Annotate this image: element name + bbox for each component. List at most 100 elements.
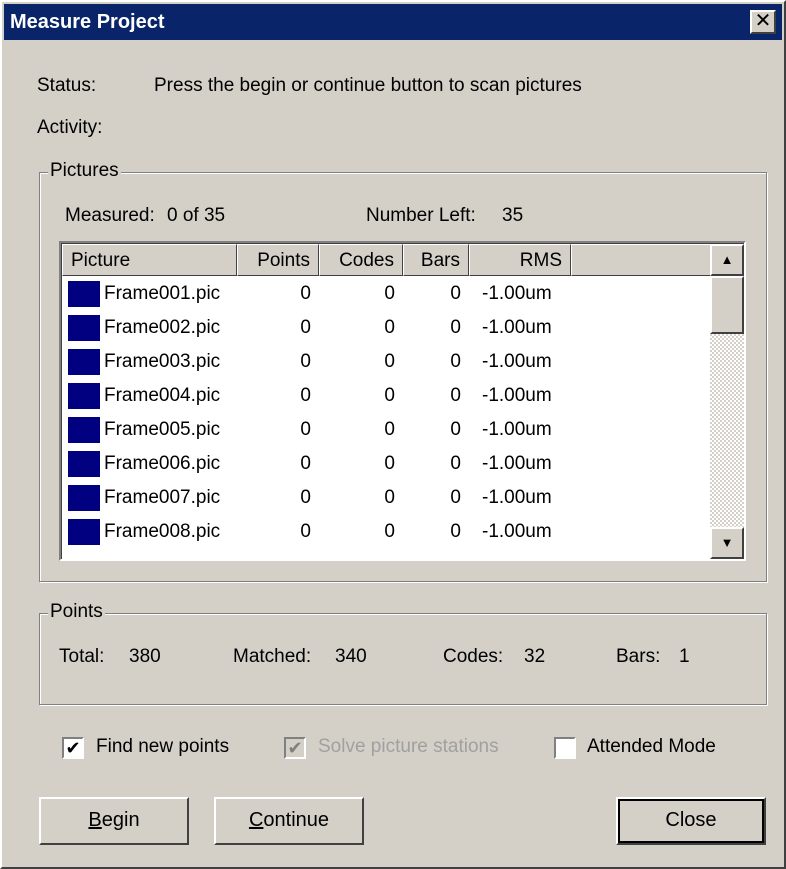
- column-header-points[interactable]: Points: [237, 244, 319, 276]
- picture-thumbnail-icon: [68, 281, 100, 307]
- pictures-list[interactable]: Picture Points Codes Bars RMS Frame001.p…: [59, 241, 746, 561]
- picture-thumbnail-icon: [68, 383, 100, 409]
- picture-codes: 0: [384, 317, 395, 338]
- column-header-picture[interactable]: Picture: [62, 244, 237, 276]
- measure-project-dialog: Measure Project ✕ Status: Press the begi…: [0, 0, 786, 869]
- solve-picture-stations-checkbox[interactable]: ✔: [284, 737, 306, 759]
- continue-button[interactable]: Continue: [214, 797, 364, 845]
- picture-name: Frame006.pic: [104, 453, 221, 474]
- picture-rms: -1.00um: [482, 419, 552, 440]
- column-header-codes[interactable]: Codes: [319, 244, 403, 276]
- picture-name: Frame004.pic: [104, 385, 221, 406]
- picture-rms: -1.00um: [482, 453, 552, 474]
- status-label: Status:: [37, 75, 97, 96]
- picture-bars: 0: [450, 351, 461, 372]
- column-header-filler: [571, 244, 713, 276]
- list-item[interactable]: Frame003.pic 0 0 0 -1.00um: [62, 345, 710, 379]
- picture-name: Frame005.pic: [104, 419, 221, 440]
- begin-mnemonic: B: [88, 809, 102, 831]
- picture-bars: 0: [450, 487, 461, 508]
- points-matched-label: Matched:: [233, 646, 312, 667]
- picture-name: Frame007.pic: [104, 487, 221, 508]
- picture-name: Frame008.pic: [104, 521, 221, 542]
- picture-name: Frame002.pic: [104, 317, 221, 338]
- points-codes-value: 32: [524, 646, 546, 667]
- picture-thumbnail-icon: [68, 519, 100, 545]
- scroll-thumb[interactable]: [710, 276, 744, 334]
- picture-codes: 0: [384, 487, 395, 508]
- picture-points: 0: [300, 453, 311, 474]
- list-item[interactable]: Frame006.pic 0 0 0 -1.00um: [62, 447, 710, 481]
- status-value: Press the begin or continue button to sc…: [154, 75, 582, 96]
- column-header-rms[interactable]: RMS: [469, 244, 571, 276]
- points-matched-value: 340: [335, 646, 367, 667]
- picture-bars: 0: [450, 419, 461, 440]
- picture-codes: 0: [384, 521, 395, 542]
- picture-bars: 0: [450, 283, 461, 304]
- attended-mode-checkbox[interactable]: [554, 737, 576, 759]
- measured-value: 0 of 35: [167, 205, 226, 226]
- picture-codes: 0: [384, 385, 395, 406]
- window-title: Measure Project: [10, 11, 165, 33]
- picture-points: 0: [300, 385, 311, 406]
- number-left-value: 35: [502, 205, 524, 226]
- list-item[interactable]: Frame008.pic 0 0 0 -1.00um: [62, 515, 710, 549]
- picture-points: 0: [300, 419, 311, 440]
- picture-bars: 0: [450, 521, 461, 542]
- list-header: Picture Points Codes Bars RMS: [62, 244, 744, 276]
- picture-codes: 0: [384, 283, 395, 304]
- picture-bars: 0: [450, 453, 461, 474]
- find-new-points-checkbox[interactable]: ✔: [62, 737, 84, 759]
- list-item[interactable]: Frame005.pic 0 0 0 -1.00um: [62, 413, 710, 447]
- picture-codes: 0: [384, 453, 395, 474]
- picture-thumbnail-icon: [68, 315, 100, 341]
- list-item[interactable]: Frame007.pic 0 0 0 -1.00um: [62, 481, 710, 515]
- picture-bars: 0: [450, 385, 461, 406]
- scroll-down-icon[interactable]: ▼: [710, 527, 744, 559]
- close-icon[interactable]: ✕: [750, 10, 776, 34]
- find-new-points-label[interactable]: Find new points: [96, 736, 229, 758]
- begin-label: egin: [101, 809, 140, 831]
- picture-codes: 0: [384, 351, 395, 372]
- picture-rms: -1.00um: [482, 317, 552, 338]
- pictures-group-label: Pictures: [48, 160, 121, 182]
- picture-points: 0: [300, 487, 311, 508]
- picture-name: Frame003.pic: [104, 351, 221, 372]
- picture-points: 0: [300, 521, 311, 542]
- points-bars-value: 1: [679, 646, 690, 667]
- picture-thumbnail-icon: [68, 417, 100, 443]
- solve-picture-stations-label[interactable]: Solve picture stations: [318, 736, 499, 758]
- picture-points: 0: [300, 283, 311, 304]
- picture-thumbnail-icon: [68, 349, 100, 375]
- number-left-label: Number Left:: [366, 205, 476, 226]
- list-item[interactable]: Frame001.pic 0 0 0 -1.00um: [62, 277, 710, 311]
- continue-mnemonic: C: [248, 809, 264, 831]
- title-bar[interactable]: Measure Project ✕: [4, 4, 782, 40]
- points-group-label: Points: [48, 601, 105, 623]
- picture-rms: -1.00um: [482, 487, 552, 508]
- points-total-label: Total:: [59, 646, 105, 667]
- picture-rms: -1.00um: [482, 521, 552, 542]
- picture-points: 0: [300, 317, 311, 338]
- picture-thumbnail-icon: [68, 485, 100, 511]
- picture-codes: 0: [384, 419, 395, 440]
- attended-mode-label[interactable]: Attended Mode: [587, 736, 716, 758]
- picture-rms: -1.00um: [482, 351, 552, 372]
- measured-label: Measured:: [65, 205, 155, 226]
- points-total-value: 380: [129, 646, 161, 667]
- picture-rms: -1.00um: [482, 385, 552, 406]
- picture-thumbnail-icon: [68, 451, 100, 477]
- picture-points: 0: [300, 351, 311, 372]
- points-bars-label: Bars:: [616, 646, 661, 667]
- begin-button[interactable]: Begin: [39, 797, 189, 845]
- list-item[interactable]: Frame004.pic 0 0 0 -1.00um: [62, 379, 710, 413]
- scroll-up-icon[interactable]: ▲: [710, 244, 744, 276]
- column-header-bars[interactable]: Bars: [403, 244, 469, 276]
- vertical-scrollbar[interactable]: ▲ ▼: [710, 244, 744, 559]
- close-button[interactable]: Close: [616, 797, 766, 845]
- activity-label: Activity:: [37, 117, 103, 138]
- picture-name: Frame001.pic: [104, 283, 221, 304]
- picture-bars: 0: [450, 317, 461, 338]
- list-item[interactable]: Frame002.pic 0 0 0 -1.00um: [62, 311, 710, 345]
- points-codes-label: Codes:: [443, 646, 504, 667]
